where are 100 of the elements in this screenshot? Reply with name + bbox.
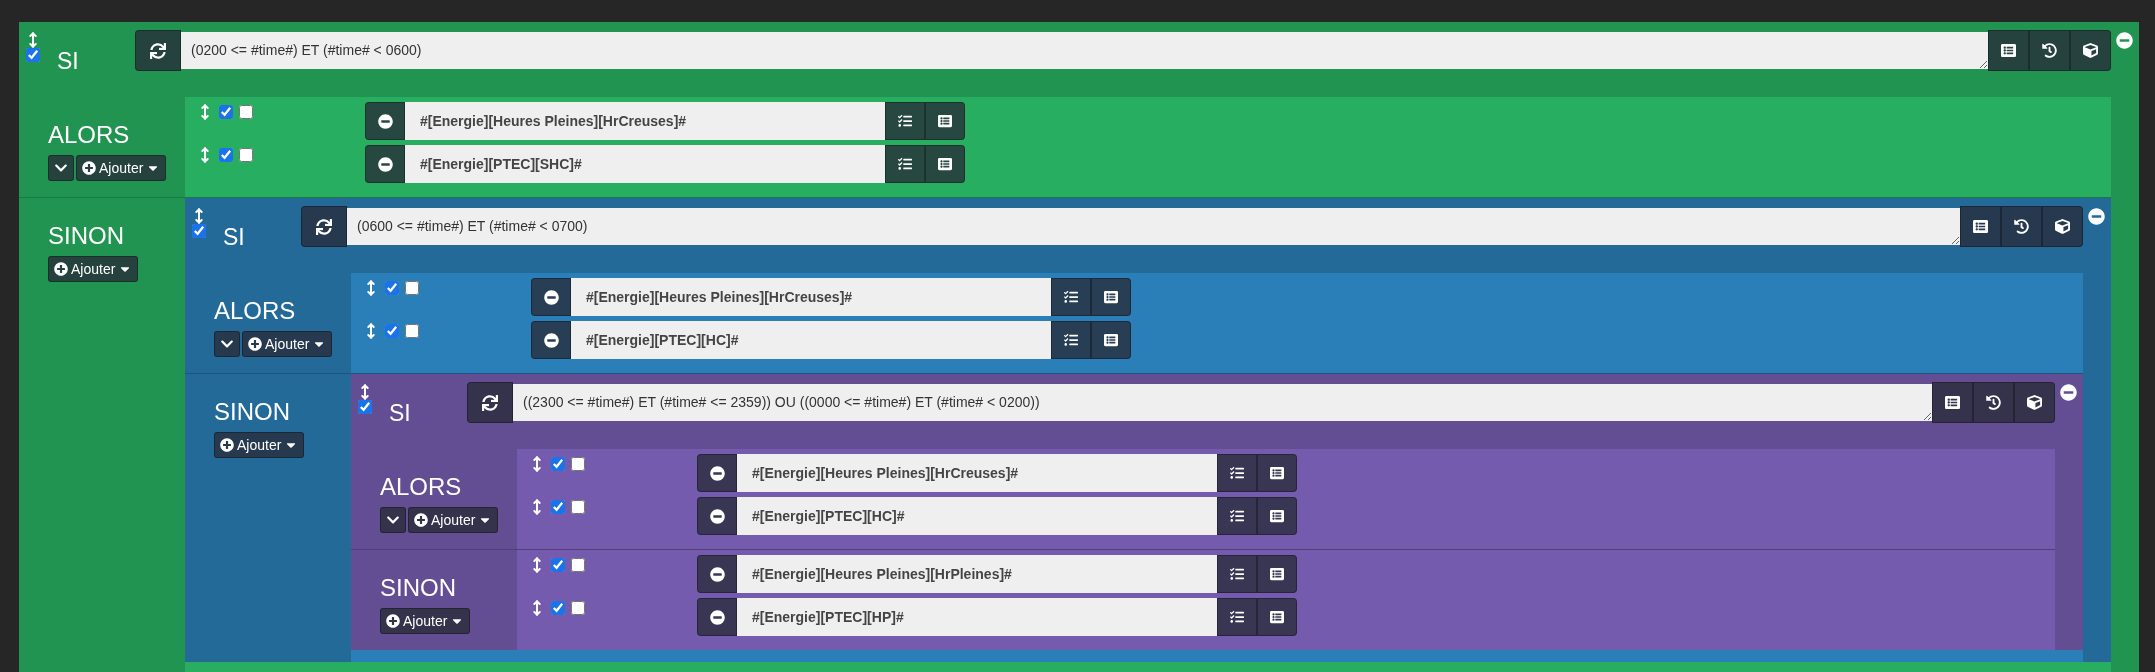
expression-field[interactable]: #[Energie][PTEC][HC]# xyxy=(571,321,1051,359)
history-icon xyxy=(2014,219,2029,234)
refresh-button[interactable] xyxy=(135,30,181,71)
enable-checkbox[interactable] xyxy=(551,457,565,471)
section-label: ALORS xyxy=(48,121,131,149)
details-button[interactable] xyxy=(925,102,965,140)
enable-checkbox[interactable] xyxy=(551,558,565,572)
checklist-icon xyxy=(1230,567,1244,581)
expression-field[interactable]: #[Energie][PTEC][SHC]# xyxy=(405,145,885,183)
details-button[interactable] xyxy=(925,145,965,183)
expression-field[interactable]: #[Energie][Heures Pleines][HrCreuses]# xyxy=(737,454,1217,492)
remove-action-button[interactable] xyxy=(697,454,737,492)
cube-icon xyxy=(2055,219,2070,234)
expression-field[interactable]: #[Energie][PTEC][HP]# xyxy=(737,598,1217,636)
add-button[interactable]: Ajouter xyxy=(380,608,471,634)
checklist-icon xyxy=(1230,509,1244,523)
section-label: ALORS xyxy=(380,473,463,501)
remove-action-button[interactable] xyxy=(697,497,737,535)
expression-field[interactable]: #[Energie][Heures Pleines][HrCreuses]# xyxy=(571,278,1051,316)
minus-icon xyxy=(2116,32,2133,49)
expression-field[interactable]: #[Energie][Heures Pleines][HrPleines]# xyxy=(737,555,1217,593)
add-button[interactable]: Ajouter xyxy=(48,256,139,282)
options-button[interactable] xyxy=(1217,497,1257,535)
enable-checkbox[interactable] xyxy=(192,224,206,238)
expression-field[interactable]: #[Energie][Heures Pleines][HrCreuses]# xyxy=(405,102,885,140)
parallel-checkbox[interactable] xyxy=(571,457,585,471)
options-button[interactable] xyxy=(1217,598,1257,636)
minus-icon xyxy=(709,609,725,625)
parallel-checkbox[interactable] xyxy=(571,558,585,572)
cube-button[interactable] xyxy=(2042,206,2083,247)
remove-action-button[interactable] xyxy=(697,555,737,593)
cube-icon xyxy=(2027,395,2042,410)
enable-checkbox[interactable] xyxy=(551,601,565,615)
history-icon xyxy=(1986,395,2001,410)
cube-button[interactable] xyxy=(2070,30,2111,71)
parallel-checkbox[interactable] xyxy=(239,148,253,162)
remove-action-button[interactable] xyxy=(365,145,405,183)
collapse-button[interactable] xyxy=(214,331,240,357)
options-button[interactable] xyxy=(1217,454,1257,492)
collapse-button[interactable] xyxy=(48,155,74,181)
remove-block-button[interactable] xyxy=(2060,384,2077,401)
details-button[interactable] xyxy=(1091,321,1131,359)
expression-field[interactable]: #[Energie][PTEC][HC]# xyxy=(737,497,1217,535)
details-button[interactable] xyxy=(1091,278,1131,316)
add-button[interactable]: Ajouter xyxy=(76,155,167,181)
remove-action-button[interactable] xyxy=(531,278,571,316)
list-icon xyxy=(1973,219,1988,234)
condition-field[interactable]: (0200 <= #time#) ET (#time# < 0600) xyxy=(181,32,1988,69)
options-button[interactable] xyxy=(1051,278,1091,316)
enable-checkbox[interactable] xyxy=(385,324,399,338)
condition-field[interactable]: ((2300 <= #time#) ET (#time# <= 2359)) OU ((0000 <= #time#) ET (#time# < 0200)) xyxy=(513,384,1932,421)
condition-field[interactable]: (0600 <= #time#) ET (#time# < 0700) xyxy=(347,208,1960,245)
list-button[interactable] xyxy=(1988,30,2029,71)
details-button[interactable] xyxy=(1257,555,1297,593)
history-button[interactable] xyxy=(1973,382,2014,423)
details-button[interactable] xyxy=(1257,454,1297,492)
remove-action-button[interactable] xyxy=(697,598,737,636)
section-label: SINON xyxy=(380,574,457,602)
refresh-button[interactable] xyxy=(301,206,347,247)
enable-checkbox[interactable] xyxy=(219,148,233,162)
parallel-checkbox[interactable] xyxy=(405,324,419,338)
minus-icon xyxy=(543,289,559,305)
parallel-checkbox[interactable] xyxy=(571,601,585,615)
add-button[interactable]: Ajouter xyxy=(214,432,305,458)
add-button[interactable]: Ajouter xyxy=(408,507,499,533)
remove-block-button[interactable] xyxy=(2116,32,2133,49)
parallel-checkbox[interactable] xyxy=(405,281,419,295)
details-button[interactable] xyxy=(1257,598,1297,636)
enable-checkbox[interactable] xyxy=(385,281,399,295)
list-button[interactable] xyxy=(1932,382,1973,423)
list-icon xyxy=(938,114,952,128)
parallel-checkbox[interactable] xyxy=(239,105,253,119)
add-button[interactable]: Ajouter xyxy=(242,331,333,357)
remove-action-button[interactable] xyxy=(531,321,571,359)
minus-icon xyxy=(377,113,393,129)
section-label: SINON xyxy=(48,222,125,250)
minus-icon xyxy=(2060,384,2077,401)
enable-checkbox[interactable] xyxy=(551,500,565,514)
details-button[interactable] xyxy=(1257,497,1297,535)
checklist-icon xyxy=(1064,333,1078,347)
list-button[interactable] xyxy=(1960,206,2001,247)
list-icon xyxy=(1104,290,1118,304)
history-button[interactable] xyxy=(2001,206,2042,247)
options-button[interactable] xyxy=(1051,321,1091,359)
options-button[interactable] xyxy=(1217,555,1257,593)
enable-checkbox[interactable] xyxy=(358,400,372,414)
minus-icon xyxy=(377,156,393,172)
plus-icon xyxy=(386,614,400,628)
remove-block-button[interactable] xyxy=(2088,208,2105,225)
options-button[interactable] xyxy=(885,102,925,140)
enable-checkbox[interactable] xyxy=(219,105,233,119)
cube-button[interactable] xyxy=(2014,382,2055,423)
parallel-checkbox[interactable] xyxy=(571,500,585,514)
collapse-button[interactable] xyxy=(380,507,406,533)
enable-checkbox[interactable] xyxy=(26,48,40,62)
plus-icon xyxy=(54,262,68,276)
refresh-button[interactable] xyxy=(467,382,513,423)
history-button[interactable] xyxy=(2029,30,2070,71)
options-button[interactable] xyxy=(885,145,925,183)
remove-action-button[interactable] xyxy=(365,102,405,140)
